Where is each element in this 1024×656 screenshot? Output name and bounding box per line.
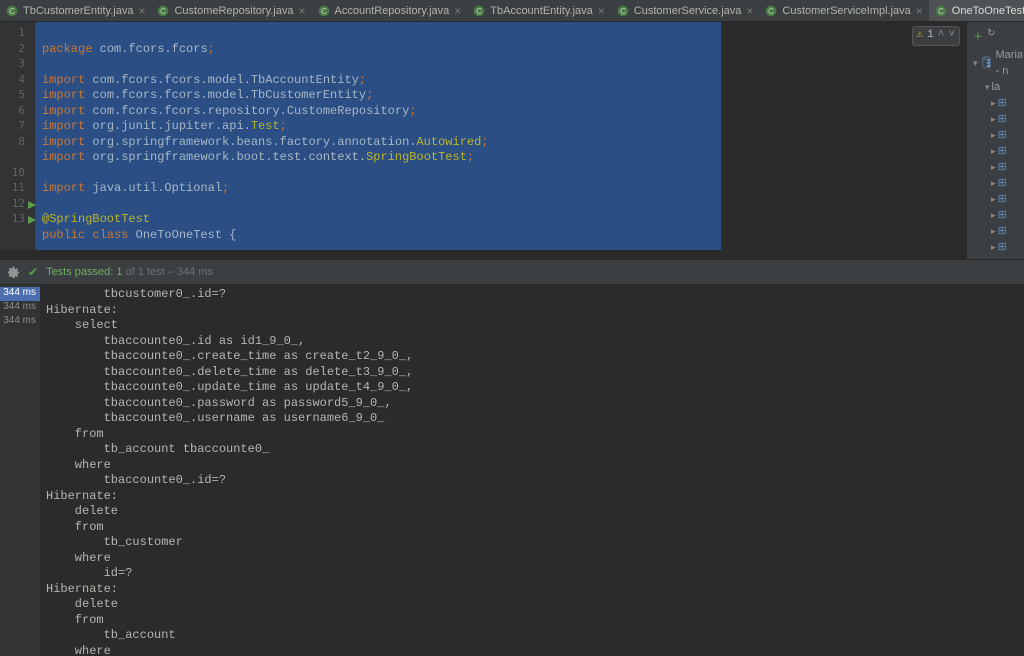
warning-icon: ⚠ — [917, 28, 924, 44]
db-table-row[interactable]: ▸⊞ — [973, 111, 1022, 127]
test-results-header: ✔ Tests passed: 1 of 1 test – 344 ms — [0, 259, 1024, 285]
editor-tab[interactable]: C CustomerServiceImpl.java × — [759, 0, 928, 21]
java-class-icon: C — [157, 5, 169, 17]
editor-tab[interactable]: COneToOneTest.java× — [929, 0, 1024, 21]
gutter-line: 4 — [0, 73, 35, 89]
tests-passed-label: Tests passed: 1 — [46, 266, 122, 278]
svg-text:C: C — [938, 7, 944, 16]
tab-label: CustomeRepository.java — [174, 5, 293, 17]
db-table-row[interactable]: ▸⊞ — [973, 191, 1022, 207]
tab-label: TbCustomerEntity.java — [23, 5, 133, 17]
java-class-icon: C — [6, 5, 18, 17]
editor-badges[interactable]: ⚠ 1 ˄ ˅ — [912, 26, 960, 46]
refresh-icon[interactable]: ↻ — [987, 28, 995, 43]
db-table-row[interactable]: ▸⊞ — [973, 223, 1022, 239]
svg-text:C: C — [161, 7, 167, 16]
db-datasource-node[interactable]: ▾ 🛢 MariaDB - n — [973, 47, 1022, 79]
tab-label: TbAccountEntity.java — [490, 5, 593, 17]
db-table-row[interactable]: ▸⊞ — [973, 207, 1022, 223]
editor-gutter: 1234567810111213 — [0, 22, 36, 250]
plus-icon[interactable]: ＋ — [973, 28, 983, 43]
svg-text:C: C — [620, 7, 626, 16]
gutter-line: 6 — [0, 104, 35, 120]
close-icon[interactable]: × — [746, 4, 753, 18]
close-icon[interactable]: × — [138, 4, 145, 18]
tab-label: CustomerServiceImpl.java — [782, 5, 910, 17]
db-table-row[interactable]: ▸⊞ — [973, 143, 1022, 159]
warning-count: 1 — [927, 28, 934, 44]
java-class-icon: C — [473, 5, 485, 17]
svg-text:C: C — [769, 7, 775, 16]
svg-text:C: C — [9, 7, 15, 16]
close-icon[interactable]: × — [598, 4, 605, 18]
db-toolbar: ＋ ↻ — [969, 26, 1022, 45]
db-tree[interactable]: ▾ 🛢 MariaDB - n ▾la ▸⊞ ▸⊞ ▸⊞ ▸⊞ ▸⊞ ▸⊞ ▸⊞… — [969, 47, 1022, 255]
db-table-row[interactable]: ▸⊞ — [973, 95, 1022, 111]
gutter-line: 2 — [0, 42, 35, 58]
gutter-line: 1 — [0, 26, 35, 42]
java-class-icon: C — [765, 5, 777, 17]
database-sidepanel: ＋ ↻ ▾ 🛢 MariaDB - n ▾la ▸⊞ ▸⊞ ▸⊞ ▸⊞ ▸⊞ ▸… — [966, 22, 1024, 259]
gutter-line: 3 — [0, 57, 35, 73]
gear-icon[interactable] — [6, 265, 20, 279]
gutter-line — [0, 150, 35, 166]
java-class-icon: C — [935, 5, 947, 17]
db-table-row[interactable]: ▸⊞ — [973, 127, 1022, 143]
caret-down-icon: ▾ — [973, 55, 978, 71]
editor-tab[interactable]: C AccountRepository.java × — [312, 0, 468, 21]
editor-tab[interactable]: C CustomeRepository.java × — [151, 0, 311, 21]
gutter-line: 5 — [0, 88, 35, 104]
java-class-icon: C — [318, 5, 330, 17]
db-schema-node[interactable]: ▾la — [973, 79, 1022, 95]
db-icon: 🛢 — [980, 55, 994, 71]
db-table-row[interactable]: ▸⊞ — [973, 159, 1022, 175]
chevron-up-icon[interactable]: ˄ — [938, 28, 945, 44]
close-icon[interactable]: × — [916, 4, 923, 18]
chevron-down-icon[interactable]: ˅ — [948, 28, 955, 44]
editor-tabbar: C TbCustomerEntity.java × C CustomeRepositor… — [0, 0, 1024, 22]
editor-tab[interactable]: C TbAccountEntity.java × — [467, 0, 611, 21]
gutter-line: 8 — [0, 135, 35, 151]
svg-text:C: C — [476, 7, 482, 16]
svg-text:C: C — [321, 7, 327, 16]
gutter-line: 10 — [0, 166, 35, 182]
check-icon: ✔ — [28, 265, 38, 279]
editor-tab[interactable]: C TbCustomerEntity.java × — [0, 0, 151, 21]
tab-label: CustomerService.java — [634, 5, 742, 17]
tab-label: OneToOneTest.java — [952, 5, 1024, 17]
console-log[interactable]: tbcustomer0_.id=? Hibernate: select tbac… — [40, 285, 1024, 656]
test-timings-gutter: 344 ms 344 ms 344 ms — [0, 285, 40, 656]
editor-tab[interactable]: C CustomerService.java × — [611, 0, 760, 21]
tab-label: AccountRepository.java — [335, 5, 450, 17]
editor-pane: 1234567810111213 package com.fcors.fcors… — [0, 22, 966, 250]
console-body: 344 ms 344 ms 344 ms tbcustomer0_.id=? H… — [0, 285, 1024, 656]
code-editor[interactable]: package com.fcors.fcors; import com.fcor… — [36, 22, 966, 250]
gutter-line: 12 — [0, 197, 35, 213]
db-table-row[interactable]: ▸⊞ — [973, 175, 1022, 191]
tests-meta-label: of 1 test – 344 ms — [123, 266, 214, 278]
gutter-line: 13 — [0, 212, 35, 228]
tabs-list: C TbCustomerEntity.java × C CustomeRepositor… — [0, 0, 1024, 21]
timing-row[interactable]: 344 ms — [0, 301, 40, 315]
timing-row[interactable]: 344 ms — [0, 287, 40, 301]
db-table-row[interactable]: ▸⊞ — [973, 239, 1022, 255]
java-class-icon: C — [617, 5, 629, 17]
close-icon[interactable]: × — [298, 4, 305, 18]
timing-row[interactable]: 344 ms — [0, 315, 40, 329]
gutter-line: 7 — [0, 119, 35, 135]
close-icon[interactable]: × — [454, 4, 461, 18]
gutter-line: 11 — [0, 181, 35, 197]
